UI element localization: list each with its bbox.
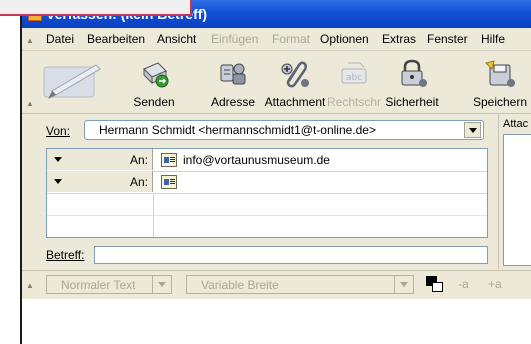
attachment-label: Attachment bbox=[264, 95, 326, 109]
attachment-panel-label: Attac bbox=[503, 118, 529, 130]
subject-input[interactable] bbox=[94, 246, 488, 264]
background-color-swatch bbox=[432, 282, 443, 292]
spellcheck-button[interactable]: abc Rechtschr bbox=[326, 57, 382, 111]
compose-window: Verfassen: (kein Betreff) ▲ Datei Bearbe… bbox=[22, 0, 531, 344]
format-toolbar: ▲ Normaler Text Variable Breite -a +a bbox=[22, 270, 531, 300]
address-button[interactable]: Adresse bbox=[204, 57, 262, 111]
chevron-down-icon bbox=[54, 179, 62, 184]
annotation-frame bbox=[0, 0, 192, 16]
address-label: Adresse bbox=[210, 95, 256, 109]
recipient-type-label: An: bbox=[129, 153, 148, 167]
paragraph-style-value: Normaler Text bbox=[61, 278, 136, 292]
menu-bar: ▲ Datei Bearbeiten Ansicht Einfügen Form… bbox=[22, 28, 531, 51]
menu-format[interactable]: Format bbox=[272, 32, 310, 46]
menu-ansicht[interactable]: Ansicht bbox=[157, 32, 196, 46]
subject-label: Betreff: bbox=[46, 248, 85, 262]
from-select[interactable]: Hermann Schmidt <hermannschmidt1@t-onlin… bbox=[84, 120, 484, 140]
format-grip-icon[interactable]: ▲ bbox=[26, 281, 34, 290]
font-select[interactable]: Variable Breite bbox=[186, 275, 414, 294]
menu-datei[interactable]: Datei bbox=[46, 32, 74, 46]
send-icon bbox=[143, 62, 169, 88]
recipient-type-label: An: bbox=[129, 175, 148, 189]
send-label: Senden bbox=[133, 95, 175, 109]
save-button[interactable]: Speichern bbox=[470, 57, 530, 111]
recipient-row[interactable]: An: bbox=[47, 171, 487, 194]
recipient-type-select[interactable]: An: bbox=[47, 171, 153, 192]
from-dropdown-icon[interactable] bbox=[464, 122, 481, 138]
menu-optionen[interactable]: Optionen bbox=[320, 32, 369, 46]
text-color-picker[interactable] bbox=[426, 276, 446, 294]
attachment-list[interactable] bbox=[503, 134, 531, 266]
recipient-list[interactable]: An: info@vortaunusmuseum.de An: bbox=[46, 148, 488, 238]
svg-text:abc: abc bbox=[346, 73, 362, 83]
save-icon bbox=[485, 60, 515, 87]
message-body-editor[interactable] bbox=[22, 299, 531, 344]
column-divider bbox=[153, 193, 154, 215]
quill-decoration-icon bbox=[43, 64, 101, 99]
menu-fenster[interactable]: Fenster bbox=[427, 32, 468, 46]
smaller-font-button[interactable]: -a bbox=[458, 277, 469, 291]
empty-recipient-row[interactable] bbox=[47, 193, 487, 216]
larger-font-button[interactable]: +a bbox=[488, 277, 502, 291]
lock-icon bbox=[401, 59, 427, 87]
menubar-grip-icon[interactable]: ▲ bbox=[26, 36, 34, 45]
chevron-down-icon bbox=[54, 157, 62, 162]
menu-einfuegen[interactable]: Einfügen bbox=[211, 32, 258, 46]
paperclip-icon bbox=[281, 61, 309, 88]
spellcheck-icon: abc bbox=[341, 62, 367, 84]
spellcheck-label: Rechtschr bbox=[326, 95, 382, 109]
chevron-down-icon bbox=[152, 276, 171, 293]
font-value: Variable Breite bbox=[201, 278, 279, 292]
toolbar-grip-icon[interactable]: ▲ bbox=[26, 99, 34, 108]
address-book-icon bbox=[220, 63, 246, 85]
message-header: Von: Hermann Schmidt <hermannschmidt1@t-… bbox=[22, 114, 494, 269]
save-label: Speichern bbox=[472, 95, 528, 109]
recipient-row[interactable]: An: info@vortaunusmuseum.de bbox=[47, 149, 487, 172]
address-card-icon bbox=[161, 175, 177, 189]
menu-bearbeiten[interactable]: Bearbeiten bbox=[87, 32, 145, 46]
send-button[interactable]: Senden bbox=[128, 57, 180, 111]
security-button[interactable]: Sicherheit bbox=[384, 57, 440, 111]
chevron-down-icon bbox=[394, 276, 413, 293]
recipient-address[interactable]: info@vortaunusmuseum.de bbox=[183, 153, 330, 167]
address-card-icon bbox=[161, 153, 177, 167]
attachment-panel: Attac bbox=[498, 114, 531, 269]
empty-recipient-row[interactable] bbox=[47, 215, 487, 237]
main-toolbar: Senden Adresse Attachment abc Rechtschr … bbox=[22, 51, 531, 114]
from-value: Hermann Schmidt <hermannschmidt1@t-onlin… bbox=[99, 123, 376, 137]
paragraph-style-select[interactable]: Normaler Text bbox=[46, 275, 172, 294]
attachment-button[interactable]: Attachment bbox=[262, 57, 328, 111]
recipient-type-select[interactable]: An: bbox=[47, 149, 153, 170]
screen-edge bbox=[0, 0, 22, 344]
column-divider bbox=[153, 215, 154, 237]
menu-hilfe[interactable]: Hilfe bbox=[481, 32, 505, 46]
menu-extras[interactable]: Extras bbox=[382, 32, 416, 46]
security-label: Sicherheit bbox=[385, 95, 439, 109]
from-label: Von: bbox=[46, 124, 71, 138]
